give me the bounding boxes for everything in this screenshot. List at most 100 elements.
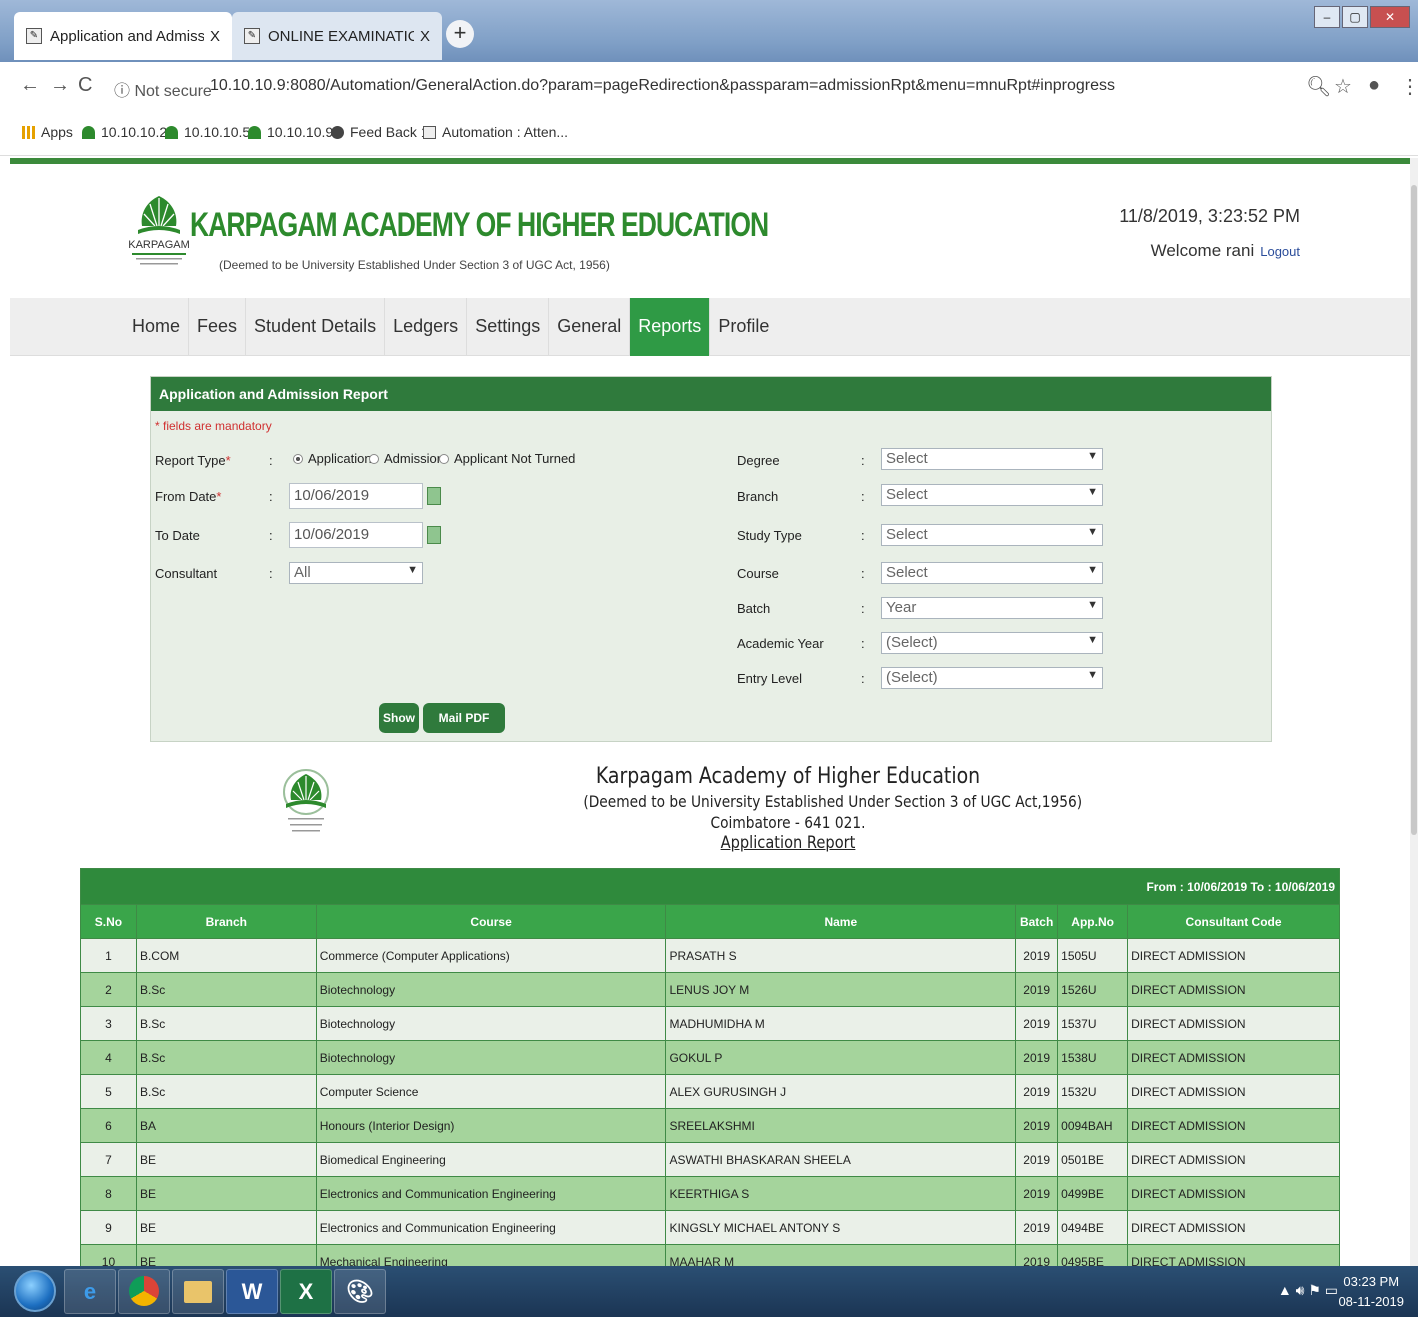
menu-general[interactable]: General xyxy=(549,298,631,356)
table-cell: B.Sc xyxy=(135,1040,317,1075)
show-button[interactable]: Show xyxy=(379,703,419,733)
to-date-label: To Date xyxy=(155,528,200,543)
minimize-icon[interactable]: – xyxy=(1314,6,1340,28)
radio-application[interactable]: Application xyxy=(293,451,372,466)
table-cell: DIRECT ADMISSION xyxy=(1127,1210,1340,1245)
table-row: 7 BE Biomedical Engineering ASWATHI BHASKAR… xyxy=(80,1142,1340,1177)
table-row: 1 B.COM Commerce (Computer Applications) PR… xyxy=(80,938,1340,973)
new-tab-button[interactable]: + xyxy=(446,20,474,48)
table-cell: DIRECT ADMISSION xyxy=(1127,1244,1340,1266)
menu-settings[interactable]: Settings xyxy=(467,298,550,356)
table-cell: 2019 xyxy=(1015,1108,1059,1143)
consultant-select[interactable]: All ▼ xyxy=(289,562,423,584)
paint-icon[interactable]: 🎨︎ xyxy=(334,1269,386,1314)
radio-admission[interactable]: Admission xyxy=(369,451,444,466)
taskbar-clock[interactable]: 03:23 PM 08-11-2019 xyxy=(1338,1272,1404,1312)
table-cell: DIRECT ADMISSION xyxy=(1127,1176,1340,1211)
table-cell: 3 xyxy=(80,1006,137,1041)
menu-ledgers[interactable]: Ledgers xyxy=(385,298,468,356)
dropdown-arrow-icon: ▼ xyxy=(1087,526,1098,538)
tab-close-icon[interactable]: X xyxy=(420,28,430,45)
table-cell: 1538U xyxy=(1057,1040,1129,1075)
bookmark-item[interactable]: Feed Back 1 xyxy=(331,124,429,140)
radio-applicant-not-turned[interactable]: Applicant Not Turned xyxy=(439,451,575,466)
table-cell: DIRECT ADMISSION xyxy=(1127,972,1340,1007)
to-date-input[interactable]: 10/06/2019 xyxy=(289,522,423,548)
back-icon[interactable]: ← xyxy=(20,74,40,97)
mail-pdf-report-button[interactable]: Mail PDF Report xyxy=(423,703,505,755)
table-header-row: S.No Branch Course Name Batch App.No Con… xyxy=(80,904,1340,939)
entry-level-select[interactable]: (Select) ▼ xyxy=(881,667,1103,689)
table-cell: 4 xyxy=(80,1040,137,1075)
zoom-icon[interactable]: 🔍︎ xyxy=(1306,74,1331,99)
bookmark-star-icon[interactable]: ☆ xyxy=(1334,74,1352,99)
browser-tab[interactable]: ✎ ONLINE EXAMINATION X xyxy=(232,12,442,60)
maximize-icon[interactable]: ▢ xyxy=(1342,6,1368,28)
dropdown-arrow-icon: ▼ xyxy=(1087,634,1098,646)
bookmark-item[interactable]: 10.10.10.9 xyxy=(248,124,333,140)
main-menu-bar: Home Fees Student Details Ledgers Settin… xyxy=(10,298,1410,356)
from-date-input[interactable]: 10/06/2019 xyxy=(289,483,423,509)
report-deemed-note: (Deemed to be University Established Und… xyxy=(583,792,1083,811)
table-cell: 2019 xyxy=(1015,1142,1059,1177)
report-title: Application Report xyxy=(720,833,856,853)
menu-home[interactable]: Home xyxy=(124,298,190,356)
page-favicon-icon: ✎ xyxy=(244,28,260,44)
table-cell: SREELAKSHMI xyxy=(665,1108,1017,1143)
dropdown-arrow-icon: ▼ xyxy=(1087,564,1098,576)
start-button[interactable] xyxy=(14,1270,56,1312)
table-cell: B.COM xyxy=(135,938,317,973)
file-explorer-icon[interactable] xyxy=(172,1269,224,1314)
academic-year-select[interactable]: (Select) ▼ xyxy=(881,632,1103,654)
window-close-icon[interactable]: ✕ xyxy=(1370,6,1410,28)
report-table-body: 1 B.COM Commerce (Computer Applications) PR… xyxy=(80,938,1340,1266)
bookmark-item[interactable]: Automation : Atten... xyxy=(423,124,568,140)
browser-menu-icon[interactable]: ⋮ xyxy=(1400,74,1418,99)
excel-icon[interactable]: X xyxy=(280,1269,332,1314)
system-tray[interactable]: ▲ 🔊︎ ⚑ ▭ xyxy=(1278,1282,1338,1299)
table-cell: Mechanical Engineering xyxy=(315,1244,667,1266)
bookmark-item[interactable]: 10.10.10.2 xyxy=(82,124,167,140)
browser-tab-active[interactable]: ✎ Application and Admission Repo X xyxy=(14,12,232,60)
application-report-table: From : 10/06/2019 To : 10/06/2019 S.No B… xyxy=(80,868,1340,1266)
security-indicator[interactable]: ⓘ Not secure xyxy=(114,77,212,101)
calendar-icon[interactable] xyxy=(427,487,441,505)
table-cell: 6 xyxy=(80,1108,137,1143)
column-header: S.No xyxy=(80,904,137,939)
batch-select[interactable]: Year ▼ xyxy=(881,597,1103,619)
study-type-select[interactable]: Select ▼ xyxy=(881,524,1103,546)
forward-icon[interactable]: → xyxy=(50,74,70,97)
table-cell: 0499BE xyxy=(1057,1176,1129,1211)
table-row: 2 B.Sc Biotechnology LENUS JOY M 2019 1526U DI… xyxy=(80,972,1340,1007)
bookmark-apps[interactable]: Apps xyxy=(22,124,73,140)
table-cell: BE xyxy=(135,1176,317,1211)
word-icon[interactable]: W xyxy=(226,1269,278,1314)
chrome-icon[interactable] xyxy=(118,1269,170,1314)
scrollbar-thumb[interactable] xyxy=(1411,185,1417,835)
reload-icon[interactable]: C xyxy=(78,74,92,97)
calendar-icon[interactable] xyxy=(427,526,441,544)
mandatory-note: * fields are mandatory xyxy=(155,419,272,433)
internet-explorer-icon[interactable]: e xyxy=(64,1269,116,1314)
menu-reports[interactable]: Reports xyxy=(630,298,711,356)
table-cell: Computer Science xyxy=(315,1074,667,1109)
bookmark-item[interactable]: 10.10.10.5 xyxy=(165,124,250,140)
menu-fees[interactable]: Fees xyxy=(189,298,247,356)
table-row: 6 BA Honours (Interior Design) SREELAKSHMI 2… xyxy=(80,1108,1340,1143)
branch-select[interactable]: Select ▼ xyxy=(881,484,1103,506)
table-cell: DIRECT ADMISSION xyxy=(1127,1074,1340,1109)
table-cell: DIRECT ADMISSION xyxy=(1127,1108,1340,1143)
tab-close-icon[interactable]: X xyxy=(210,28,220,45)
course-select[interactable]: Select ▼ xyxy=(881,562,1103,584)
url-field[interactable]: 10.10.10.9:8080/Automation/GeneralAction… xyxy=(210,77,1115,95)
profile-icon[interactable]: ● xyxy=(1368,74,1380,97)
menu-profile[interactable]: Profile xyxy=(710,298,777,356)
current-datetime: 11/8/2019, 3:23:52 PM xyxy=(1119,206,1300,226)
site-icon xyxy=(248,126,261,139)
table-cell: Biotechnology xyxy=(315,1040,667,1075)
address-bar: ← → C ⓘ Not secure 10.10.10.9:8080/Autom… xyxy=(0,62,1418,112)
logout-link[interactable]: Logout xyxy=(1260,244,1300,259)
menu-student-details[interactable]: Student Details xyxy=(246,298,386,356)
table-cell: 1537U xyxy=(1057,1006,1129,1041)
degree-select[interactable]: Select ▼ xyxy=(881,448,1103,470)
